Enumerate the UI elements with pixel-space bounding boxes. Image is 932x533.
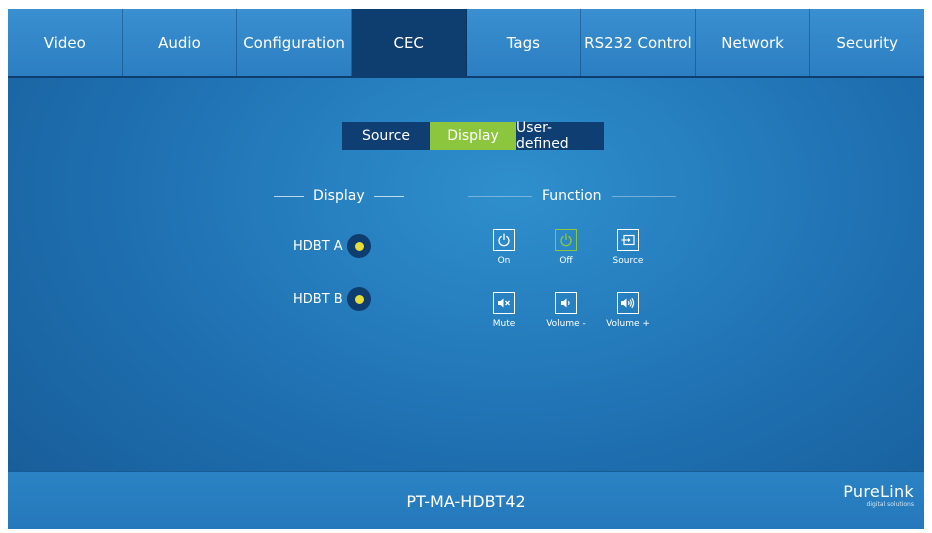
device-model: PT-MA-HDBT42 <box>406 492 526 511</box>
mute-icon <box>498 298 510 308</box>
header-rule <box>274 195 304 197</box>
display-section-header: Display <box>274 188 404 204</box>
function-section-header: Function <box>468 188 676 204</box>
tab-security[interactable]: Security <box>810 9 924 76</box>
top-navigation: Video Audio Configuration CEC Tags RS232… <box>8 9 924 76</box>
function-volume-down: Volume - <box>544 292 588 329</box>
function-on: On <box>482 229 526 266</box>
volume-up-icon <box>621 297 635 309</box>
tab-video[interactable]: Video <box>8 9 123 76</box>
purelink-logo: PureLink digital solutions <box>843 484 914 508</box>
app-window: Video Audio Configuration CEC Tags RS232… <box>8 9 924 529</box>
tab-network[interactable]: Network <box>695 9 811 76</box>
indicator-dot <box>354 241 364 251</box>
nav-divider <box>8 76 924 78</box>
tab-tags[interactable]: Tags <box>466 9 582 76</box>
hdbt-a-indicator[interactable] <box>347 234 371 258</box>
footer-bar: PT-MA-HDBT42 PureLink digital solutions <box>8 471 924 529</box>
tab-configuration[interactable]: Configuration <box>237 9 352 76</box>
header-rule <box>373 195 404 197</box>
power-icon <box>498 233 510 247</box>
function-section-title: Function <box>542 188 602 204</box>
volume-down-label: Volume - <box>546 319 586 329</box>
function-mute: Mute <box>482 292 526 329</box>
display-row-hdbt-b: HDBT B <box>293 287 371 311</box>
function-source: Source <box>606 229 650 266</box>
indicator-dot <box>354 294 364 304</box>
volume-down-icon <box>561 298 570 308</box>
logo-tagline: digital solutions <box>866 501 914 508</box>
tab-audio[interactable]: Audio <box>122 9 238 76</box>
function-volume-up: Volume + <box>606 292 650 329</box>
volume-up-label: Volume + <box>606 319 650 329</box>
logo-wordmark: PureLink <box>843 482 914 501</box>
mute-button[interactable] <box>493 292 515 314</box>
power-icon <box>560 233 572 247</box>
subtab-user-defined[interactable]: User-defined <box>516 120 604 152</box>
display-row-hdbt-a: HDBT A <box>293 234 371 258</box>
off-label: Off <box>559 256 573 266</box>
subtab-source[interactable]: Source <box>342 122 430 150</box>
function-off: Off <box>544 229 588 266</box>
header-rule <box>468 195 532 197</box>
source-input-icon <box>621 234 635 246</box>
source-label: Source <box>612 256 644 266</box>
source-button[interactable] <box>617 229 639 251</box>
volume-down-button[interactable] <box>555 292 577 314</box>
header-rule <box>611 195 676 197</box>
tab-rs232-control[interactable]: RS232 Control <box>581 9 696 76</box>
tab-cec[interactable]: CEC <box>351 9 467 76</box>
display-label: HDBT A <box>293 238 343 254</box>
subtab-display[interactable]: Display <box>430 122 516 150</box>
display-label: HDBT B <box>293 291 343 307</box>
cec-subtabs: Source Display User-defined <box>342 120 604 152</box>
hdbt-b-indicator[interactable] <box>347 287 371 311</box>
display-section-title: Display <box>313 188 365 204</box>
mute-label: Mute <box>492 319 516 329</box>
on-label: On <box>497 256 511 266</box>
off-button[interactable] <box>555 229 577 251</box>
volume-up-button[interactable] <box>617 292 639 314</box>
on-button[interactable] <box>493 229 515 251</box>
